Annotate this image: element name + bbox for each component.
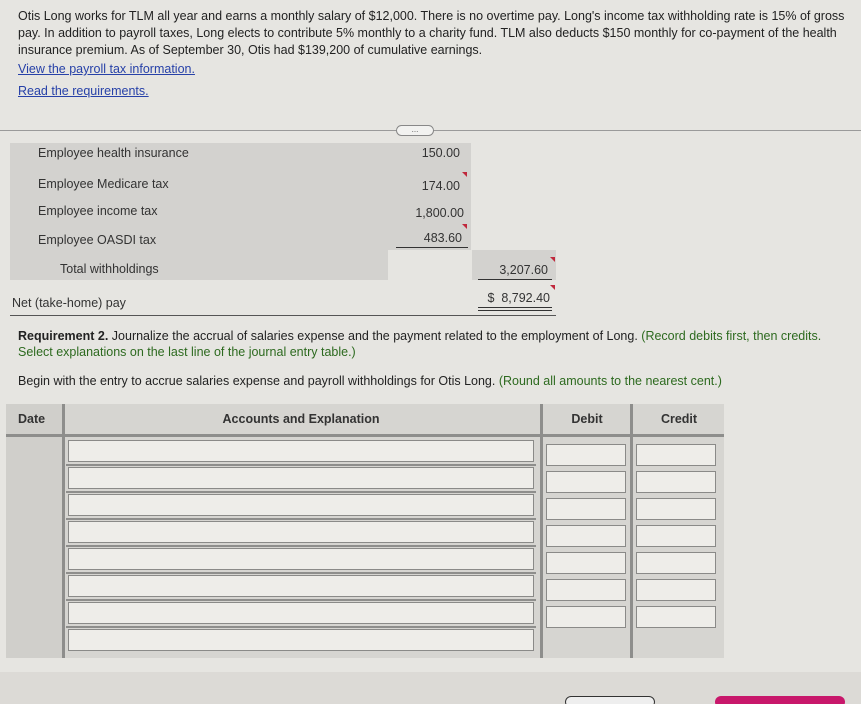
account-input[interactable] xyxy=(68,467,534,489)
journal-entry-table: Date Accounts and Explanation Debit Cred… xyxy=(6,404,724,658)
total-underline xyxy=(478,279,552,280)
debit-input[interactable] xyxy=(546,444,626,466)
accounts-header: Accounts and Explanation xyxy=(222,412,380,426)
column-separator xyxy=(630,404,633,658)
credit-input[interactable] xyxy=(636,444,716,466)
feedback-tick-icon xyxy=(462,224,467,229)
account-input[interactable] xyxy=(68,440,534,462)
net-double-underline-1 xyxy=(478,307,552,308)
debit-input[interactable] xyxy=(546,552,626,574)
net-pay-label: Net (take-home) pay xyxy=(12,296,126,310)
debit-input[interactable] xyxy=(546,471,626,493)
requirement-instructions: Requirement 2. Journalize the accrual of… xyxy=(18,328,848,360)
clear-all-button[interactable] xyxy=(565,696,655,704)
account-input[interactable] xyxy=(68,548,534,570)
withholding-label: Employee health insurance xyxy=(38,146,189,160)
withholding-amount: 150.00 xyxy=(421,146,460,160)
expand-ellipsis-button[interactable]: ... xyxy=(396,125,434,136)
view-payroll-tax-link[interactable]: View the payroll tax information. xyxy=(18,62,195,76)
row-separator xyxy=(66,572,536,574)
check-answer-button[interactable] xyxy=(715,696,845,704)
withholding-amount: 483.60 xyxy=(423,231,462,245)
withholding-label: Employee income tax xyxy=(38,204,158,218)
net-pay-amount: $ 8,792.40 xyxy=(487,291,550,305)
net-pay-rule xyxy=(10,315,556,316)
date-column xyxy=(6,404,62,658)
credit-input[interactable] xyxy=(636,579,716,601)
account-input[interactable] xyxy=(68,494,534,516)
credit-input[interactable] xyxy=(636,606,716,628)
requirement-label: Requirement 2. xyxy=(18,329,109,343)
row-separator xyxy=(66,626,536,628)
read-requirements-link[interactable]: Read the requirements. xyxy=(18,84,149,98)
feedback-tick-icon xyxy=(550,285,555,290)
row-separator xyxy=(66,464,536,466)
requirement-text: Journalize the accrual of salaries expen… xyxy=(108,329,638,343)
credit-input[interactable] xyxy=(636,552,716,574)
date-header: Date xyxy=(18,412,46,426)
account-input[interactable] xyxy=(68,602,534,624)
column-separator xyxy=(540,404,543,658)
credit-input[interactable] xyxy=(636,525,716,547)
withholding-label: Employee Medicare tax xyxy=(38,177,169,191)
feedback-tick-icon xyxy=(550,257,555,262)
begin-note: (Round all amounts to the nearest cent.) xyxy=(495,374,722,388)
problem-statement: Otis Long works for TLM all year and ear… xyxy=(18,9,845,57)
row-separator xyxy=(66,491,536,493)
withholding-label: Employee OASDI tax xyxy=(38,233,157,247)
debit-input[interactable] xyxy=(546,606,626,628)
begin-text: Begin with the entry to accrue salaries … xyxy=(18,374,496,388)
subtotal-underline xyxy=(396,247,468,248)
row-separator xyxy=(66,545,536,547)
withholding-amount: 1,800.00 xyxy=(415,206,464,220)
row-separator xyxy=(66,599,536,601)
row-separator xyxy=(66,518,536,520)
debit-input[interactable] xyxy=(546,525,626,547)
credit-input[interactable] xyxy=(636,498,716,520)
total-withholdings-label: Total withholdings xyxy=(60,262,159,276)
column-separator xyxy=(62,404,65,658)
header-separator xyxy=(6,434,724,437)
total-withholdings-amount: 3,207.60 xyxy=(499,263,548,277)
debit-input[interactable] xyxy=(546,498,626,520)
net-double-underline-2 xyxy=(478,310,552,311)
debit-input[interactable] xyxy=(546,579,626,601)
account-input[interactable] xyxy=(68,521,534,543)
credit-input[interactable] xyxy=(636,471,716,493)
withholding-amount: 174.00 xyxy=(421,179,460,193)
begin-instructions: Begin with the entry to accrue salaries … xyxy=(18,374,848,388)
feedback-tick-icon xyxy=(462,172,467,177)
debit-header: Debit xyxy=(571,412,603,426)
account-input[interactable] xyxy=(68,575,534,597)
explanation-input[interactable] xyxy=(68,629,534,651)
credit-header: Credit xyxy=(660,412,698,426)
